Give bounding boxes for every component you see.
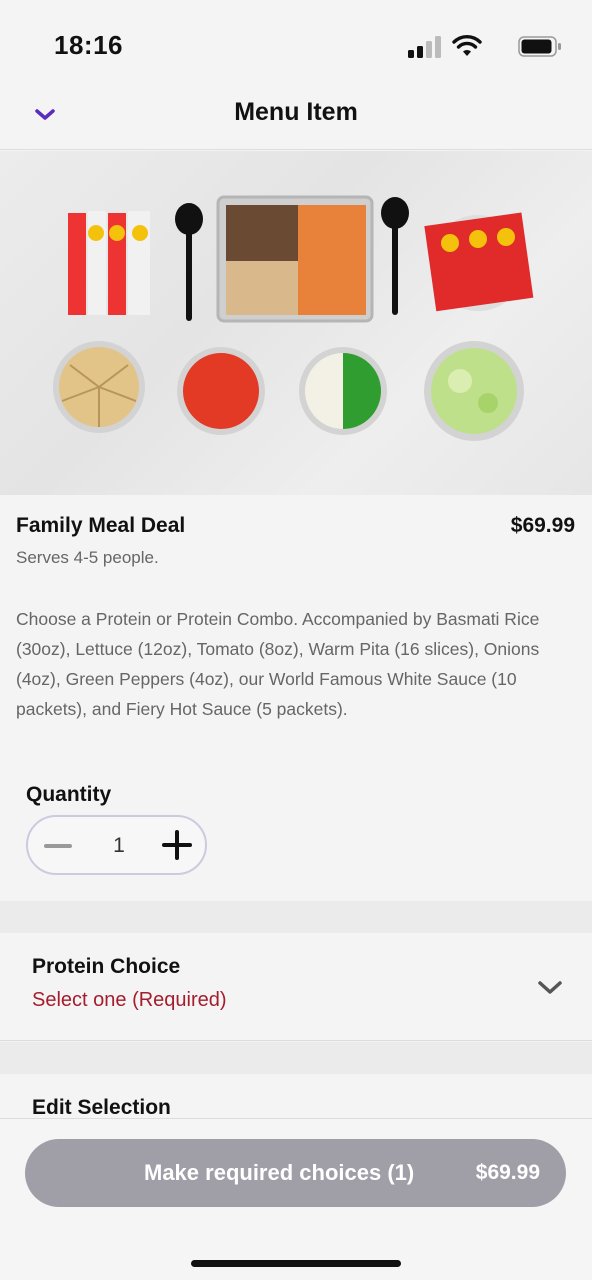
plus-icon[interactable] <box>160 829 194 863</box>
status-bar: 18:16 <box>0 0 592 90</box>
cta-label: Make required choices (1) <box>144 1160 415 1185</box>
section-divider <box>0 1042 592 1074</box>
cta-price: $69.99 <box>475 1161 540 1184</box>
chevron-down-icon[interactable] <box>536 977 564 997</box>
battery-icon <box>518 36 561 57</box>
nav-header: Menu Item <box>0 90 592 150</box>
quantity-label: Quantity <box>26 783 112 806</box>
item-photo <box>0 151 592 495</box>
option-title: Edit Selection <box>32 1096 171 1119</box>
quantity-stepper: 1 <box>26 815 207 875</box>
protein-choice-section[interactable]: Protein Choice Select one (Required) <box>0 933 592 1041</box>
item-name: Family Meal Deal <box>16 514 186 537</box>
bottom-bar: Make required choices (1) $69.99 <box>0 1118 592 1280</box>
item-price: $69.99 <box>510 514 575 537</box>
section-divider <box>0 901 592 933</box>
make-required-choices-button[interactable]: Make required choices (1) $69.99 <box>25 1139 566 1207</box>
item-description: Choose a Protein or Protein Combo. Accom… <box>16 609 540 719</box>
minus-icon[interactable] <box>42 834 76 858</box>
signal-icon <box>408 36 442 58</box>
food-spread-image <box>53 195 534 441</box>
wifi-icon <box>452 35 482 56</box>
page-title: Menu Item <box>234 98 358 126</box>
quantity-value: 1 <box>113 834 125 857</box>
edit-selection-section[interactable]: Edit Selection <box>0 1074 592 1119</box>
item-serves: Serves 4-5 people. <box>16 548 159 567</box>
home-indicator <box>191 1260 401 1267</box>
white-sauce-packets <box>68 211 150 315</box>
option-requirement: Select one (Required) <box>32 989 227 1011</box>
status-time: 18:16 <box>54 30 123 60</box>
option-title: Protein Choice <box>32 955 181 978</box>
